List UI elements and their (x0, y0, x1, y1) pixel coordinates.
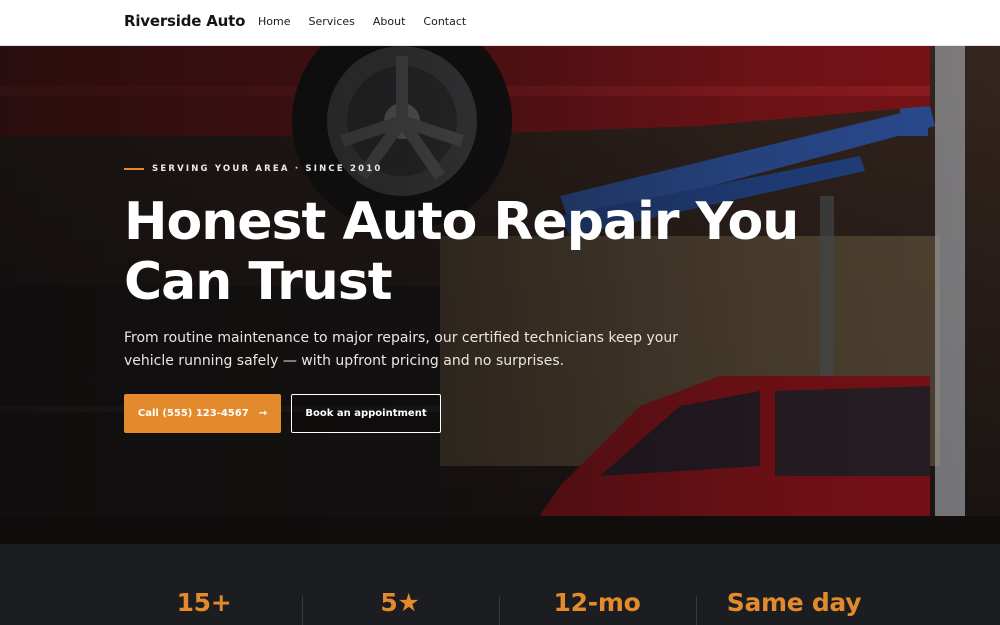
nav-link-services[interactable]: Services (308, 15, 354, 28)
stats-strip: 15+ 5★ 12-mo Same day (0, 544, 1000, 625)
book-appointment-button[interactable]: Book an appointment (291, 394, 441, 433)
hero-description: From routine maintenance to major repair… (124, 330, 678, 369)
stat-warranty: 12-mo (553, 588, 641, 617)
stat-turnaround: Same day (726, 588, 862, 617)
brand-logo[interactable]: Riverside Auto (124, 12, 245, 30)
hero-headline: Honest Auto Repair You Can Trust (124, 192, 799, 312)
top-nav: Riverside Auto Home Services About Conta… (0, 0, 1000, 46)
stat-years: 15+ (176, 588, 232, 617)
eyebrow-text: SERVING YOUR AREA · SINCE 2010 (152, 164, 383, 174)
call-button-label: Call (555) 123-4567 (137, 408, 249, 419)
call-button[interactable]: Call (555) 123-4567 → (124, 394, 281, 433)
main-menu: Home Services About Contact (258, 15, 466, 28)
stat-rating: 5★ (380, 588, 420, 617)
arrow-right-icon: → (258, 408, 268, 419)
hero-section: SERVING YOUR AREA · SINCE 2010 Honest Au… (0, 46, 1000, 544)
hero-eyebrow: SERVING YOUR AREA · SINCE 2010 (124, 164, 382, 174)
nav-link-home[interactable]: Home (258, 15, 290, 28)
nav-link-about[interactable]: About (373, 15, 406, 28)
book-appointment-label: Book an appointment (305, 408, 427, 419)
nav-link-contact[interactable]: Contact (423, 15, 466, 28)
accent-line (124, 168, 144, 170)
